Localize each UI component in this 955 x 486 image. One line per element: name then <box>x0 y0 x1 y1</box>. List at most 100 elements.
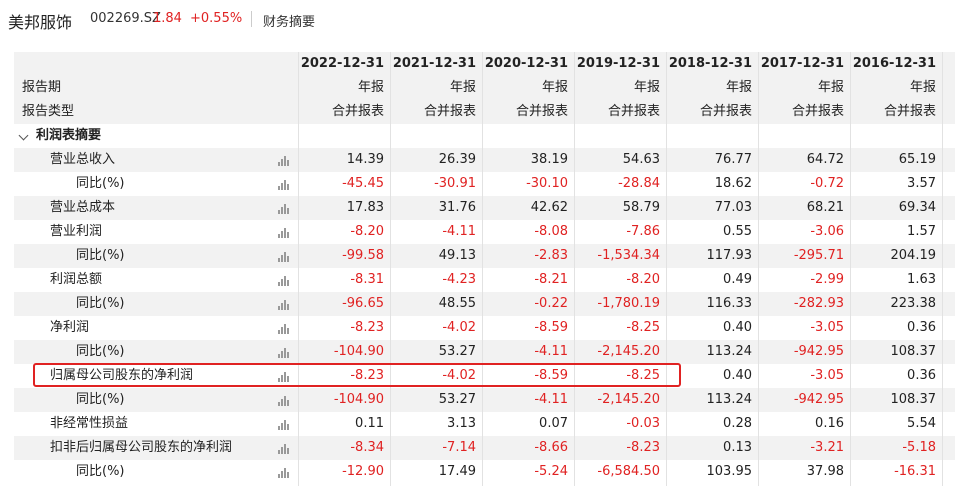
table-cell: -3.05 <box>810 368 844 383</box>
bar-chart-icon[interactable] <box>278 155 290 166</box>
table-cell: -8.20 <box>350 224 384 239</box>
row-label: 扣非后归属母公司股东的净利润 <box>50 440 233 455</box>
table-cell: 0.40 <box>723 368 752 383</box>
table-cell: 65.19 <box>898 152 936 167</box>
table-cell: -1,534.34 <box>597 248 660 263</box>
table-cell: 1.57 <box>907 224 936 239</box>
report-type-value: 合并报表 <box>515 104 568 119</box>
column-date[interactable]: 2020-12-31 <box>482 52 568 76</box>
table-row: 净利润 -8.23 -4.02 -8.59 -8.25 0.40 -3.05 0.36 <box>14 316 955 340</box>
table-row: 同比(%) -96.65 48.55 -0.22 -1,780.19 116.33 -282… <box>14 292 955 316</box>
bar-chart-icon[interactable] <box>278 395 290 406</box>
table-cell: -8.23 <box>350 368 384 383</box>
column-divider <box>666 52 667 486</box>
bar-chart-icon[interactable] <box>278 371 290 382</box>
bar-chart-icon[interactable] <box>278 443 290 454</box>
bar-chart-icon[interactable] <box>278 299 290 310</box>
title-bar: 美邦服饰 002269.SZ 1.84 +0.55% 财务摘要 <box>0 0 955 38</box>
bar-chart-icon[interactable] <box>278 203 290 214</box>
column-divider <box>942 52 943 486</box>
table-cell: 17.49 <box>438 464 476 479</box>
period-value: 年报 <box>357 80 384 95</box>
column-divider <box>850 52 851 486</box>
column-date[interactable]: 2022-12-31 <box>298 52 384 76</box>
row-label: 非经常性损益 <box>50 416 129 431</box>
table-cell: -30.91 <box>434 176 476 191</box>
table-cell: -2,145.20 <box>597 392 660 407</box>
table-cell: 64.72 <box>806 152 844 167</box>
table-row: 营业利润 -8.20 -4.11 -8.08 -7.86 0.55 -3.06 1.57 <box>14 220 955 244</box>
stock-price: 1.84 <box>153 11 182 26</box>
chevron-down-icon[interactable] <box>18 130 29 141</box>
table-cell: 117.93 <box>706 248 753 263</box>
report-type-value: 合并报表 <box>883 104 936 119</box>
table-cell: 0.36 <box>907 368 936 383</box>
table-cell: 113.24 <box>706 392 753 407</box>
bar-chart-icon[interactable] <box>278 275 290 286</box>
period-value: 年报 <box>909 80 936 95</box>
report-type-value: 合并报表 <box>607 104 660 119</box>
report-type-value: 合并报表 <box>699 104 752 119</box>
column-date[interactable]: 2016-12-31 <box>850 52 936 76</box>
table-cell: -0.03 <box>626 416 660 431</box>
column-divider <box>574 52 575 486</box>
table-cell: -8.23 <box>350 320 384 335</box>
table-cell: 103.95 <box>706 464 753 479</box>
table-cell: 14.39 <box>346 152 384 167</box>
row-label: 同比(%) <box>76 296 125 311</box>
table-cell: -30.10 <box>526 176 568 191</box>
table-cell: 0.36 <box>907 320 936 335</box>
table-cell: -942.95 <box>793 392 844 407</box>
bar-chart-icon[interactable] <box>278 227 290 238</box>
table-row: 同比(%) -12.90 17.49 -5.24 -6,584.50 103.95 37.9… <box>14 460 955 484</box>
bar-chart-icon[interactable] <box>278 251 290 262</box>
table-cell: 42.62 <box>530 200 568 215</box>
column-date[interactable]: 2017-12-31 <box>758 52 844 76</box>
bar-chart-icon[interactable] <box>278 347 290 358</box>
row-label: 营业总收入 <box>50 152 116 167</box>
section-row[interactable]: 利润表摘要 <box>14 124 955 148</box>
table-cell: -8.25 <box>626 320 660 335</box>
table-cell: -28.84 <box>618 176 660 191</box>
table-cell: 76.77 <box>714 152 752 167</box>
tab-financial-summary[interactable]: 财务摘要 <box>263 11 315 30</box>
row-label: 同比(%) <box>76 344 125 359</box>
table-cell: 54.63 <box>622 152 660 167</box>
table-cell: -16.31 <box>894 464 936 479</box>
table-cell: 204.19 <box>890 248 937 263</box>
column-divider <box>298 52 299 486</box>
table-cell: -4.02 <box>442 368 476 383</box>
table-cell: 53.27 <box>438 344 476 359</box>
row-label: 营业利润 <box>50 224 103 239</box>
table-cell: -4.11 <box>442 224 476 239</box>
table-cell: -1,780.19 <box>597 296 660 311</box>
row-label: 利润总额 <box>50 272 103 287</box>
table-cell: -7.14 <box>442 440 476 455</box>
period-value: 年报 <box>817 80 844 95</box>
column-divider <box>482 52 483 486</box>
bar-chart-icon[interactable] <box>278 179 290 190</box>
table-cell: -5.24 <box>534 464 568 479</box>
table-cell: 0.49 <box>723 272 752 287</box>
bar-chart-icon[interactable] <box>278 467 290 478</box>
column-date[interactable]: 2019-12-31 <box>574 52 660 76</box>
row-label: 营业总成本 <box>50 200 116 215</box>
table-cell: -3.05 <box>810 320 844 335</box>
table-row: 归属母公司股东的净利润 -8.23 -4.02 -8.59 -8.25 0.40 -3.05… <box>14 364 955 388</box>
bar-chart-icon[interactable] <box>278 323 290 334</box>
table-cell: -2.83 <box>534 248 568 263</box>
table-cell: 38.19 <box>530 152 568 167</box>
stock-name: 美邦服饰 <box>8 13 73 32</box>
row-label: 净利润 <box>50 320 90 335</box>
table-cell: -2.99 <box>810 272 844 287</box>
table-cell: -96.65 <box>342 296 384 311</box>
table-cell: 17.83 <box>346 200 384 215</box>
table-cell: 0.28 <box>723 416 752 431</box>
column-date[interactable]: 2018-12-31 <box>666 52 752 76</box>
row-label: 归属母公司股东的净利润 <box>50 368 194 383</box>
bar-chart-icon[interactable] <box>278 419 290 430</box>
table-cell: 31.76 <box>438 200 476 215</box>
column-date[interactable]: 2021-12-31 <box>390 52 476 76</box>
table-cell: -4.02 <box>442 320 476 335</box>
row-label: 同比(%) <box>76 392 125 407</box>
